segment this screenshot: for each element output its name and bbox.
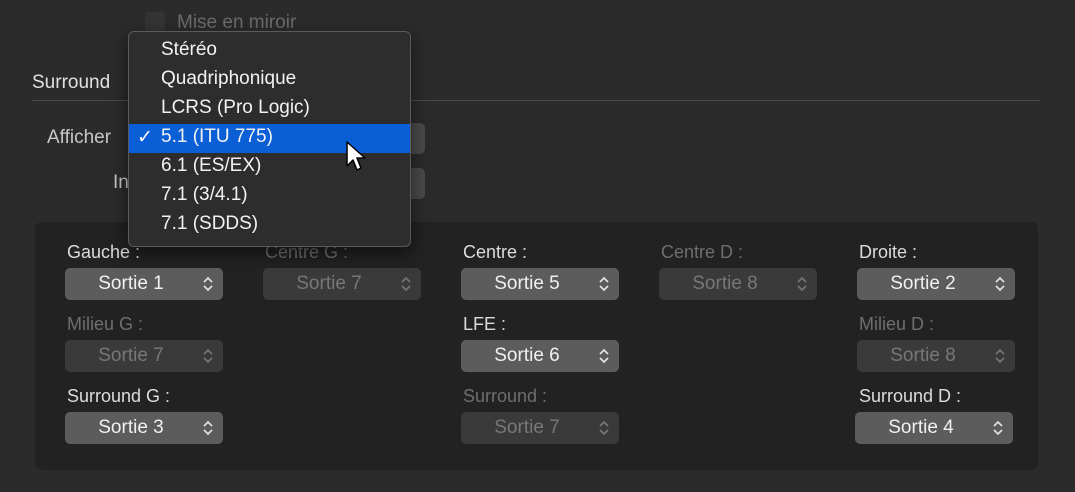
select-value: Sortie 3 — [98, 417, 164, 438]
surround-left-output-select[interactable]: Sortie 3 — [65, 412, 223, 444]
select-value: Sortie 7 — [494, 417, 560, 438]
checkmark-icon: ✓ — [137, 127, 153, 148]
chevron-updown-icon — [203, 276, 213, 292]
middle-right-label: Milieu D : — [859, 314, 935, 334]
menu-item-label: 5.1 (ITU 775) — [161, 126, 273, 147]
surround-center-output-select[interactable]: Sortie 7 — [461, 412, 619, 444]
chevron-updown-icon — [203, 420, 213, 436]
surround-section-label: Surround — [32, 72, 111, 93]
chevron-updown-icon — [401, 276, 411, 292]
select-value: Sortie 6 — [494, 345, 560, 366]
center-right-output-select[interactable]: Sortie 8 — [659, 268, 817, 300]
center-label: Centre : — [463, 242, 528, 262]
select-value: Sortie 2 — [890, 273, 956, 294]
menu-item-7-1-sdds[interactable]: 7.1 (SDDS) — [129, 211, 410, 240]
select-value: Sortie 8 — [890, 345, 956, 366]
chevron-updown-icon — [599, 348, 609, 364]
right-label: Droite : — [859, 242, 918, 262]
chevron-updown-icon — [599, 420, 609, 436]
menu-item-label: Quadriphonique — [161, 68, 297, 89]
menu-item-label: 7.1 (SDDS) — [161, 213, 259, 234]
center-left-output-select[interactable]: Sortie 7 — [263, 268, 421, 300]
left-output-select[interactable]: Sortie 1 — [65, 268, 223, 300]
select-value: Sortie 5 — [494, 273, 560, 294]
input-label: In — [113, 172, 129, 193]
select-value: Sortie 8 — [692, 273, 758, 294]
menu-item-6-1[interactable]: 6.1 (ES/EX) — [129, 153, 410, 182]
surround-right-output-select[interactable]: Sortie 4 — [855, 412, 1013, 444]
menu-item-stereo[interactable]: Stéréo — [129, 37, 410, 66]
center-right-label: Centre D : — [661, 242, 744, 262]
select-value: Sortie 4 — [888, 417, 954, 438]
select-value: Sortie 7 — [296, 273, 362, 294]
menu-item-lcrs[interactable]: LCRS (Pro Logic) — [129, 95, 410, 124]
surround-right-label: Surround D : — [859, 386, 962, 406]
menu-item-label: LCRS (Pro Logic) — [161, 97, 310, 118]
lfe-label: LFE : — [463, 314, 507, 334]
chevron-updown-icon — [599, 276, 609, 292]
menu-item-7-1-341[interactable]: 7.1 (3/4.1) — [129, 182, 410, 211]
center-output-select[interactable]: Sortie 5 — [461, 268, 619, 300]
select-value: Sortie 1 — [98, 273, 164, 294]
chevron-updown-icon — [993, 420, 1003, 436]
chevron-updown-icon — [203, 348, 213, 364]
show-format-label: Afficher — [47, 127, 112, 148]
chevron-updown-icon — [995, 276, 1005, 292]
lfe-output-select[interactable]: Sortie 6 — [461, 340, 619, 372]
right-output-select[interactable]: Sortie 2 — [857, 268, 1015, 300]
middle-right-output-select[interactable]: Sortie 8 — [857, 340, 1015, 372]
surround-format-menu: Stéréo Quadriphonique LCRS (Pro Logic) ✓… — [128, 31, 411, 247]
menu-item-label: 6.1 (ES/EX) — [161, 155, 262, 176]
menu-item-label: Stéréo — [161, 39, 217, 60]
select-value: Sortie 7 — [98, 345, 164, 366]
surround-center-label: Surround : — [463, 386, 548, 406]
middle-left-label: Milieu G : — [67, 314, 144, 334]
middle-left-output-select[interactable]: Sortie 7 — [65, 340, 223, 372]
menu-item-5-1-itu[interactable]: ✓ 5.1 (ITU 775) — [129, 124, 410, 153]
mirror-checkbox[interactable] — [145, 12, 165, 32]
mouse-pointer-icon — [346, 141, 366, 171]
output-panel: Gauche : Sortie 1 Centre G : Sortie 7 Ce… — [35, 222, 1038, 470]
surround-left-label: Surround G : — [67, 386, 171, 406]
chevron-updown-icon — [797, 276, 807, 292]
chevron-updown-icon — [995, 348, 1005, 364]
menu-item-label: 7.1 (3/4.1) — [161, 184, 248, 205]
menu-item-quadraphonic[interactable]: Quadriphonique — [129, 66, 410, 95]
